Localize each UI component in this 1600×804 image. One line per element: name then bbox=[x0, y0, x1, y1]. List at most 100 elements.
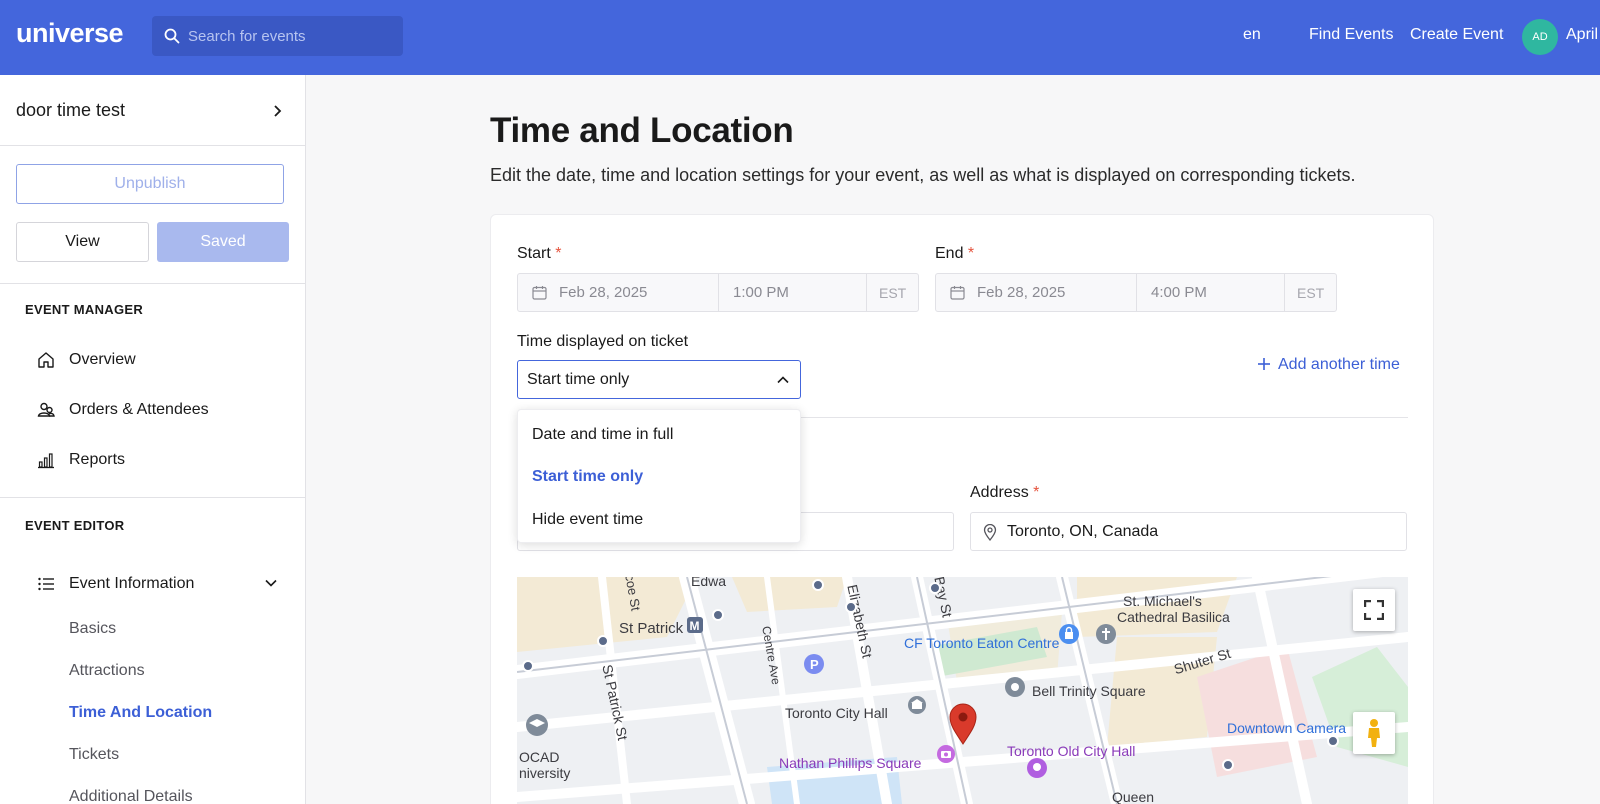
map-label: Downtown Camera bbox=[1227, 720, 1347, 736]
transit-stop-icon bbox=[1327, 735, 1339, 747]
chevron-down-icon bbox=[265, 579, 277, 587]
school-icon bbox=[526, 714, 548, 736]
time-displayed-dropdown: Date and time in full Start time only Hi… bbox=[517, 409, 801, 543]
divider bbox=[0, 497, 305, 498]
end-time-field[interactable]: 4:00 PM bbox=[1137, 274, 1285, 311]
sidebar-item-label: Reports bbox=[69, 451, 126, 468]
option-start-time-only[interactable]: Start time only bbox=[532, 468, 643, 486]
plus-icon bbox=[1258, 358, 1270, 370]
street-view-button[interactable] bbox=[1353, 712, 1395, 754]
event-editor-heading: EVENT EDITOR bbox=[25, 518, 125, 533]
metro-station-icon: M bbox=[687, 617, 703, 633]
map-label: niversity bbox=[519, 765, 571, 781]
sidebar-subitem-attractions[interactable]: Attractions bbox=[69, 662, 145, 680]
start-date-value: Feb 28, 2025 bbox=[559, 284, 648, 301]
map-label: St. Michael's bbox=[1123, 593, 1202, 609]
map-label: St Patrick bbox=[619, 620, 684, 637]
start-time-value: 1:00 PM bbox=[733, 284, 789, 301]
sidebar-item-label: Event Information bbox=[69, 575, 195, 592]
location-pin-icon bbox=[983, 524, 997, 541]
camera-icon bbox=[937, 745, 955, 763]
map-label: OCAD bbox=[519, 749, 560, 765]
create-event-link[interactable]: Create Event bbox=[1410, 26, 1503, 44]
sidebar-subitem-additional-details[interactable]: Additional Details bbox=[69, 788, 193, 804]
user-name[interactable]: April bbox=[1566, 26, 1598, 44]
sidebar-item-reports[interactable]: Reports bbox=[37, 445, 287, 475]
unpublish-button[interactable]: Unpublish bbox=[16, 164, 284, 204]
option-date-and-time-in-full[interactable]: Date and time in full bbox=[532, 426, 673, 444]
sidebar-subitem-tickets[interactable]: Tickets bbox=[69, 746, 119, 764]
chevron-up-icon bbox=[777, 376, 789, 384]
map-label: Queen bbox=[1112, 789, 1155, 804]
start-label: Start * bbox=[517, 245, 562, 262]
end-datetime: Feb 28, 2025 4:00 PM EST bbox=[935, 273, 1337, 312]
event-selector[interactable]: door time test bbox=[0, 75, 305, 146]
bar-chart-icon bbox=[38, 453, 54, 469]
sidebar-item-label: Overview bbox=[69, 351, 136, 368]
address-input[interactable]: Toronto, ON, Canada bbox=[970, 512, 1407, 551]
sidebar-item-orders-attendees[interactable]: Orders & Attendees bbox=[37, 395, 287, 425]
sidebar-item-event-information[interactable]: Event Information bbox=[37, 569, 287, 599]
sidebar-item-label: Orders & Attendees bbox=[69, 401, 209, 418]
address-label: Address * bbox=[970, 484, 1040, 501]
avatar[interactable]: AD bbox=[1522, 19, 1558, 55]
transit-stop-icon bbox=[1222, 759, 1234, 771]
top-navigation-bar: universe en Find Events Create Event AD … bbox=[0, 0, 1600, 75]
location-marker-icon bbox=[949, 703, 977, 745]
find-events-link[interactable]: Find Events bbox=[1309, 26, 1393, 44]
map-label: CF Toronto Eaton Centre bbox=[904, 635, 1060, 651]
event-name: door time test bbox=[16, 100, 126, 120]
event-manager-heading: EVENT MANAGER bbox=[25, 302, 144, 317]
end-label: End * bbox=[935, 245, 975, 262]
fullscreen-icon bbox=[1364, 600, 1384, 620]
universe-logo[interactable]: universe bbox=[16, 18, 124, 49]
search-input[interactable] bbox=[188, 16, 393, 56]
sidebar: door time test Unpublish View Saved EVEN… bbox=[0, 75, 306, 804]
chevron-right-icon bbox=[274, 105, 282, 117]
map-label: Toronto City Hall bbox=[785, 705, 888, 721]
location-map[interactable]: St. Michael's Cathedral Basilica St Patr… bbox=[517, 577, 1408, 804]
end-date-value: Feb 28, 2025 bbox=[977, 284, 1066, 301]
pegman-icon bbox=[1368, 719, 1380, 747]
svg-text:P: P bbox=[810, 657, 819, 672]
calendar-icon bbox=[532, 286, 547, 300]
time-displayed-label: Time displayed on ticket bbox=[517, 333, 689, 350]
start-date-field[interactable]: Feb 28, 2025 bbox=[518, 274, 719, 311]
museum-icon bbox=[1027, 758, 1047, 778]
transit-stop-icon bbox=[812, 579, 824, 591]
divider bbox=[0, 283, 305, 284]
sidebar-subitem-time-and-location[interactable]: Time And Location bbox=[69, 704, 212, 722]
transit-stop-icon bbox=[597, 635, 609, 647]
end-date-field[interactable]: Feb 28, 2025 bbox=[936, 274, 1137, 311]
city-hall-icon bbox=[908, 696, 926, 714]
end-timezone-value: EST bbox=[1297, 285, 1325, 301]
language-selector[interactable]: en bbox=[1243, 26, 1261, 44]
transit-stop-icon bbox=[845, 601, 857, 613]
search-bar[interactable] bbox=[152, 16, 403, 56]
start-time-field[interactable]: 1:00 PM bbox=[719, 274, 867, 311]
transit-stop-icon bbox=[929, 582, 941, 594]
sidebar-item-overview[interactable]: Overview bbox=[37, 345, 287, 375]
view-button[interactable]: View bbox=[16, 222, 149, 262]
page-title: Time and Location bbox=[490, 111, 794, 150]
svg-text:M: M bbox=[690, 619, 700, 633]
home-icon bbox=[38, 352, 54, 368]
shopping-icon bbox=[1059, 624, 1079, 644]
page-description: Edit the date, time and location setting… bbox=[490, 165, 1356, 185]
time-displayed-select[interactable]: Start time only bbox=[517, 360, 801, 399]
fullscreen-button[interactable] bbox=[1353, 589, 1395, 631]
start-timezone-value: EST bbox=[879, 285, 907, 301]
saved-button[interactable]: Saved bbox=[157, 222, 289, 262]
calendar-icon bbox=[950, 286, 965, 300]
map-label: Nathan Phillips Square bbox=[779, 755, 922, 771]
sidebar-subitem-basics[interactable]: Basics bbox=[69, 620, 116, 638]
option-hide-event-time[interactable]: Hide event time bbox=[532, 511, 643, 529]
users-icon bbox=[37, 402, 55, 417]
start-datetime: Feb 28, 2025 1:00 PM EST bbox=[517, 273, 919, 312]
parking-icon: P bbox=[804, 654, 824, 674]
church-icon bbox=[1096, 624, 1116, 644]
transit-stop-icon bbox=[712, 609, 724, 621]
add-another-time-label: Add another time bbox=[1278, 356, 1400, 373]
time-displayed-value: Start time only bbox=[527, 371, 630, 388]
end-time-value: 4:00 PM bbox=[1151, 284, 1207, 301]
